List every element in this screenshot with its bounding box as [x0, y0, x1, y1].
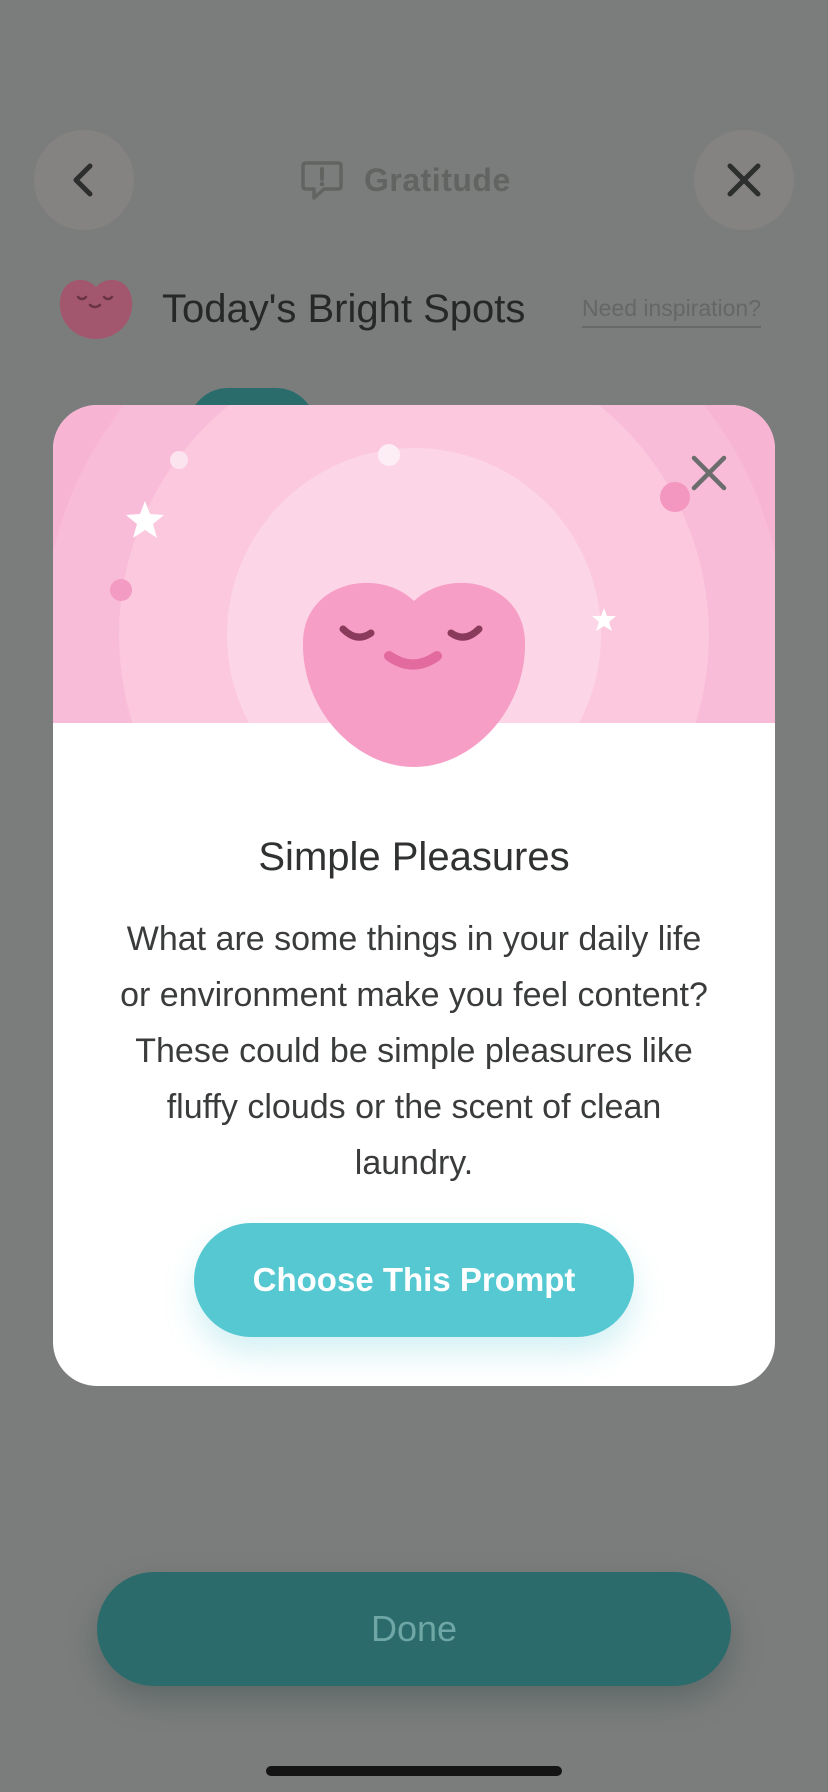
- choose-prompt-button[interactable]: Choose This Prompt: [194, 1223, 634, 1337]
- heart-mascot-icon: [302, 582, 526, 767]
- chevron-left-icon: [73, 163, 93, 197]
- modal-title: Simple Pleasures: [258, 835, 570, 879]
- screen-title-text: Gratitude: [364, 161, 511, 198]
- top-bar: Gratitude: [0, 130, 828, 230]
- entry-title: Today's Bright Spots: [162, 287, 526, 331]
- sparkle-dot: [110, 579, 132, 601]
- back-button[interactable]: [34, 130, 134, 230]
- need-inspiration-link[interactable]: Need inspiration?: [582, 295, 762, 328]
- screen-title: Gratitude: [300, 158, 511, 202]
- entry-header: Today's Bright Spots Need inspiration?: [58, 275, 788, 345]
- done-button[interactable]: Done: [97, 1572, 731, 1686]
- sparkle-dot: [378, 444, 400, 466]
- prompt-modal: Simple Pleasures What are some things in…: [53, 405, 775, 1386]
- modal-description: What are some things in your daily life …: [120, 920, 708, 1182]
- modal-close-button[interactable]: [681, 445, 737, 501]
- close-screen-button[interactable]: [694, 130, 794, 230]
- sparkle-dot: [170, 451, 188, 469]
- heart-mascot-icon: [59, 279, 133, 339]
- home-indicator: [266, 1766, 562, 1776]
- close-icon: [691, 455, 727, 491]
- speech-bubble-exclamation-icon: [301, 161, 343, 200]
- close-icon: [727, 163, 761, 197]
